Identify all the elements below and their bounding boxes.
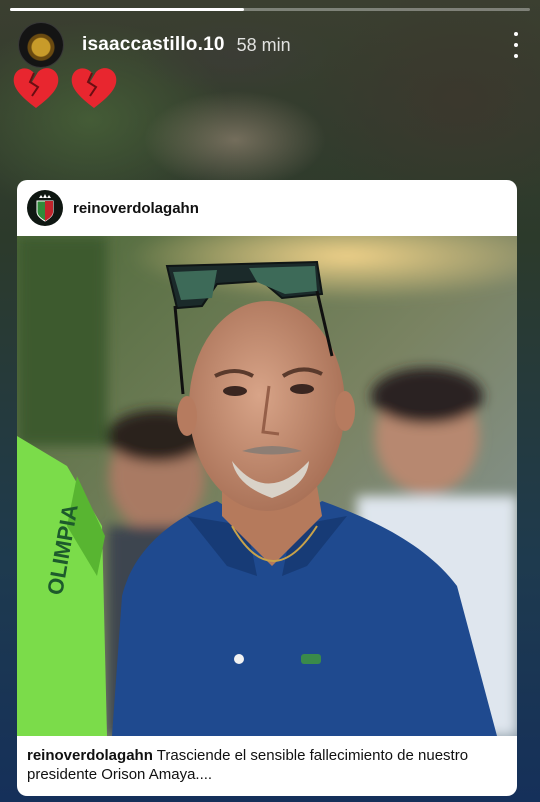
- broken-heart-icon: [71, 68, 117, 108]
- post-photo-illustration: OLIMPIA: [17, 236, 517, 736]
- story-time: 58 min: [236, 34, 291, 55]
- club-crest-icon: [36, 194, 54, 222]
- story-username[interactable]: isaaccastillo.10: [82, 34, 225, 56]
- more-options-icon[interactable]: [510, 32, 522, 58]
- story-progress-fill: [10, 8, 244, 11]
- broken-heart-icon: [13, 68, 59, 108]
- post-caption: reinoverdolagahn Trasciende el sensible …: [17, 736, 517, 784]
- sticker-row: [10, 62, 120, 114]
- post-photo[interactable]: OLIMPIA: [17, 236, 517, 736]
- shared-post-card[interactable]: reinoverdolagahn OLIMPIA reinoverdolagah…: [17, 180, 517, 796]
- caption-username[interactable]: reinoverdolagahn: [27, 747, 153, 764]
- post-account-name[interactable]: reinoverdolagahn: [73, 200, 199, 217]
- post-account-avatar[interactable]: [27, 190, 63, 226]
- story-progress-bar: [10, 8, 530, 11]
- post-header: reinoverdolagahn: [17, 180, 517, 236]
